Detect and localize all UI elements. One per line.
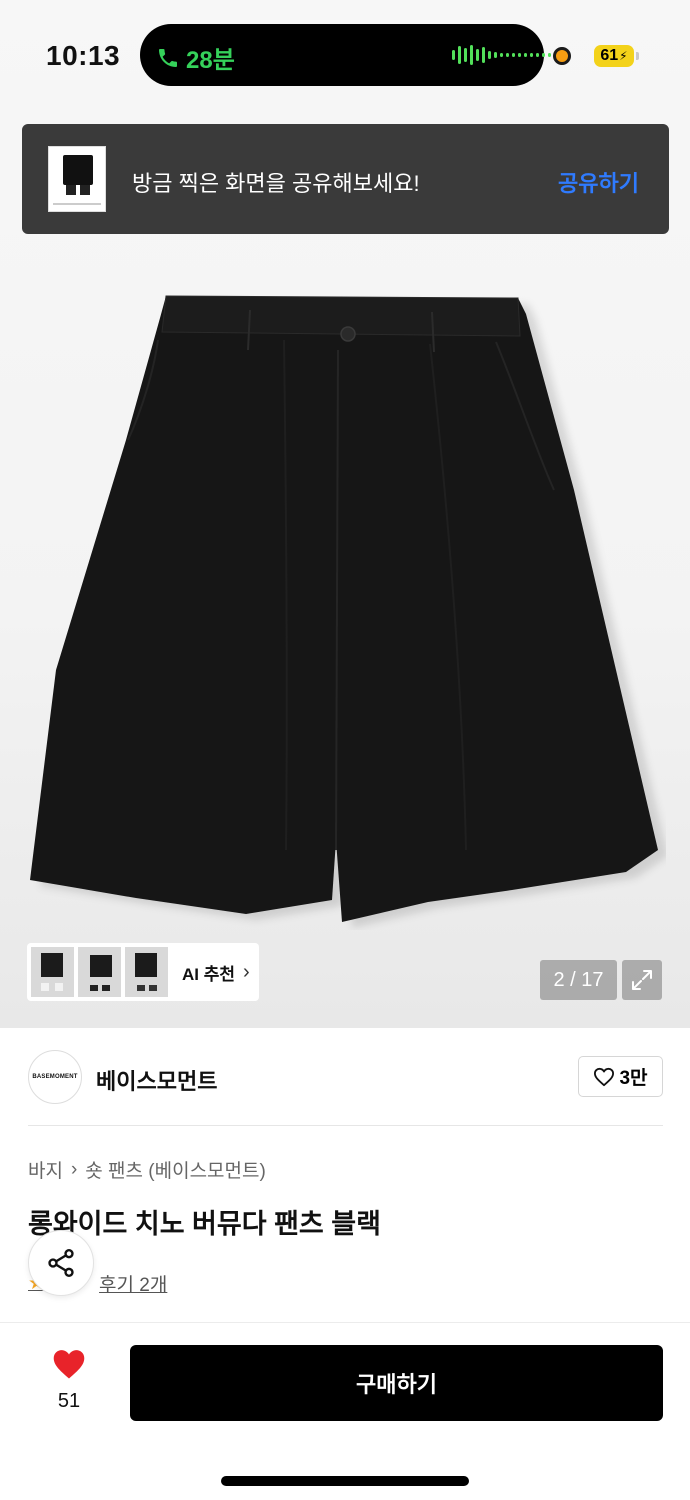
expand-arrows-icon	[632, 970, 652, 990]
breadcrumb: 바지 › 숏 팬츠 (베이스모먼트)	[28, 1156, 266, 1183]
image-counter: 2 / 17	[540, 960, 617, 1000]
chevron-right-icon: ›	[243, 960, 250, 983]
brand-like-count: 3만	[619, 1068, 648, 1089]
battery-level: 61	[600, 47, 619, 64]
share-now-button[interactable]: 공유하기	[558, 166, 639, 198]
share-button[interactable]	[28, 1230, 94, 1296]
wish-button[interactable]	[44, 1348, 94, 1385]
divider	[28, 1125, 663, 1126]
product-image[interactable]	[26, 290, 666, 930]
status-time: 10:13	[46, 40, 121, 71]
share-toast: 방금 찍은 화면을 공유해보세요! 공유하기	[22, 124, 669, 234]
brand-like-button[interactable]: 3만	[578, 1056, 663, 1097]
audio-wave-icon	[452, 44, 551, 66]
breadcrumb-subcategory[interactable]: 숏 팬츠 (베이스모먼트)	[85, 1156, 266, 1183]
home-indicator[interactable]	[221, 1476, 469, 1486]
heart-outline-icon	[594, 1067, 615, 1086]
toast-message: 방금 찍은 화면을 공유해보세요!	[132, 171, 420, 196]
expand-icon[interactable]	[622, 960, 662, 1000]
wish-count: 51	[57, 1390, 81, 1412]
brand-logo[interactable]: BASEMOMENT	[28, 1050, 82, 1104]
buy-button[interactable]: 구매하기	[130, 1345, 663, 1421]
ai-recommend-thumb	[78, 947, 121, 997]
battery-icon: 61 ⚡	[594, 45, 634, 67]
heart-filled-icon	[53, 1350, 85, 1379]
divider	[0, 1322, 690, 1323]
ai-recommend-chip[interactable]: AI 추천 ›	[27, 943, 259, 1001]
screenshot-thumbnail[interactable]	[48, 146, 106, 212]
ai-recommend-thumb	[31, 947, 74, 997]
share-icon	[48, 1249, 74, 1277]
product-title: 롱와이드 치노 버뮤다 팬츠 블랙	[28, 1209, 381, 1239]
call-indicator[interactable]: 28분	[156, 40, 235, 75]
ai-recommend-thumb	[125, 947, 168, 997]
phone-icon	[159, 48, 177, 67]
call-duration: 28분	[186, 47, 235, 74]
recording-dot-icon	[553, 47, 571, 65]
brand-name[interactable]: 베이스모먼트	[96, 1064, 217, 1096]
battery-cap	[636, 52, 639, 60]
ai-recommend-label: AI 추천	[182, 964, 236, 984]
review-count: 후기 2개	[99, 1275, 168, 1296]
breadcrumb-category[interactable]: 바지	[28, 1156, 63, 1183]
chevron-right-icon: ›	[70, 1158, 78, 1180]
